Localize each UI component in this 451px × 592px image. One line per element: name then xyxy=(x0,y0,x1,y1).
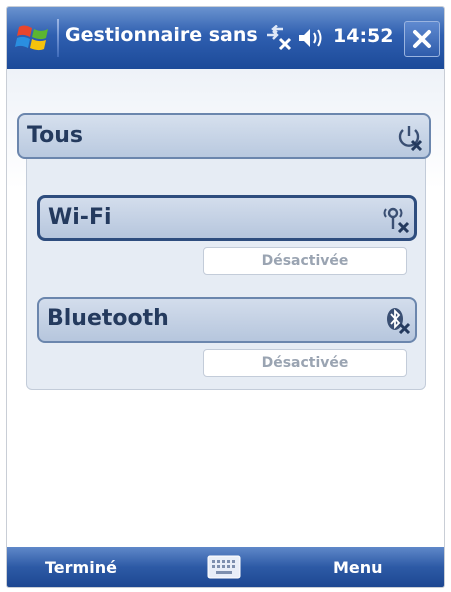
app-title: Gestionnaire sans xyxy=(65,24,258,46)
close-button[interactable] xyxy=(404,21,440,57)
bluetooth-label: Bluetooth xyxy=(47,306,169,331)
title-separator xyxy=(57,19,59,57)
bluetooth-off-icon xyxy=(387,308,411,334)
volume-icon[interactable] xyxy=(297,26,329,50)
all-radios-label: Tous xyxy=(27,123,83,148)
wifi-off-icon xyxy=(383,207,410,233)
clock[interactable]: 14:52 xyxy=(333,25,393,47)
close-icon xyxy=(413,30,431,48)
title-bar: Gestionnaire sans 14:52 xyxy=(7,7,444,69)
menu-softkey[interactable]: Menu xyxy=(333,558,383,577)
power-off-icon xyxy=(398,126,423,151)
softkey-bar: Terminé Menu xyxy=(7,547,444,587)
all-radios-toggle[interactable]: Tous xyxy=(17,113,431,159)
device-screen: Gestionnaire sans 14:52 Tous Wi-Fi Désac… xyxy=(6,6,445,588)
bluetooth-status: Désactivée xyxy=(203,349,407,377)
wifi-toggle[interactable]: Wi-Fi xyxy=(37,195,417,241)
done-softkey[interactable]: Terminé xyxy=(45,558,117,577)
wifi-label: Wi-Fi xyxy=(48,205,112,230)
connectivity-icon[interactable] xyxy=(263,25,293,51)
bluetooth-toggle[interactable]: Bluetooth xyxy=(37,297,417,343)
windows-start-icon[interactable] xyxy=(15,21,51,55)
wifi-status: Désactivée xyxy=(203,247,407,275)
content-area: Tous Wi-Fi Désactivée Bluetooth Désactiv… xyxy=(7,69,444,547)
keyboard-icon[interactable] xyxy=(207,554,241,580)
